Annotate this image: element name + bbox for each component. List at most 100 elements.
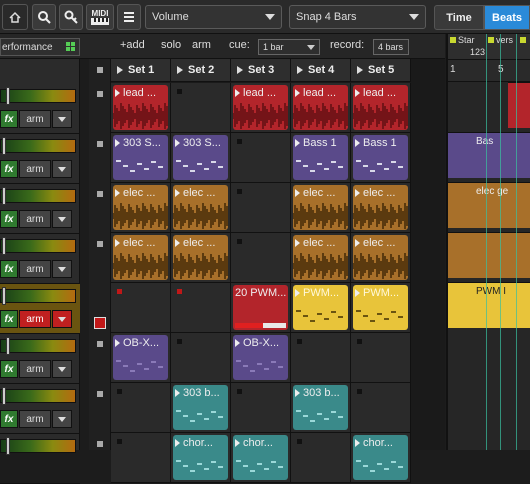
clip-slot[interactable]	[351, 333, 411, 383]
clip-slot[interactable]: lead ...	[111, 83, 171, 133]
volume-fader[interactable]	[2, 137, 6, 155]
tab-beats[interactable]: Beats	[484, 5, 530, 30]
clip-slot[interactable]: elec ...	[291, 233, 351, 283]
volume-fader[interactable]	[6, 437, 10, 455]
clip-slot[interactable]: OB-X...	[111, 333, 171, 383]
track-menu-button[interactable]	[52, 160, 72, 178]
clip-slot[interactable]: elec ...	[351, 183, 411, 233]
record-stop-button[interactable]	[94, 317, 106, 329]
fx-button[interactable]: fx	[0, 310, 18, 328]
clip-slot[interactable]	[231, 183, 291, 233]
clip-slot[interactable]	[231, 133, 291, 183]
bars-button[interactable]	[117, 4, 141, 30]
menu-button[interactable]	[2, 4, 28, 30]
clip-slot[interactable]	[171, 333, 231, 383]
midi-button[interactable]: MIDI	[86, 4, 114, 30]
timeline-clip[interactable]: PWM I	[448, 282, 530, 328]
arm-all-button[interactable]: arm	[192, 39, 211, 51]
timeline-clip[interactable]: Bas	[448, 132, 530, 178]
clip[interactable]: elec ...	[293, 235, 348, 280]
track-stop-button[interactable]	[97, 241, 103, 247]
clip-slot[interactable]	[231, 383, 291, 433]
clip-slot[interactable]	[291, 333, 351, 383]
key-button[interactable]	[59, 4, 83, 30]
clip-slot[interactable]: elec ...	[171, 183, 231, 233]
clip[interactable]: lead ...	[113, 85, 168, 130]
clip[interactable]: elec ...	[113, 185, 168, 230]
fx-button[interactable]: fx	[0, 160, 18, 178]
arm-button[interactable]: arm	[19, 360, 51, 378]
clip-slot[interactable]: Bass 1	[291, 133, 351, 183]
clip[interactable]: 303 S...	[113, 135, 168, 180]
clip[interactable]: chor...	[173, 435, 228, 480]
volume-fader[interactable]	[6, 337, 10, 355]
track-stop-button[interactable]	[97, 391, 103, 397]
clip-slot[interactable]	[171, 283, 231, 333]
fx-button[interactable]: fx	[0, 410, 18, 428]
bar-ruler[interactable]: 1 5	[448, 60, 530, 82]
track-menu-button[interactable]	[52, 210, 72, 228]
clip[interactable]: chor...	[353, 435, 408, 480]
timeline-clip[interactable]	[448, 232, 530, 278]
clip-slot[interactable]	[171, 83, 231, 133]
clip[interactable]: chor...	[233, 435, 288, 480]
clip-slot[interactable]: PWM...	[351, 283, 411, 333]
marker-start[interactable]: Star	[458, 35, 475, 45]
clip-slot[interactable]: elec ...	[111, 233, 171, 283]
set-header[interactable]: Set 3	[231, 59, 291, 82]
clip-slot[interactable]: lead ...	[351, 83, 411, 133]
marker-verse[interactable]: vers	[496, 35, 513, 45]
clip-slot[interactable]: 303 S...	[111, 133, 171, 183]
solo-button[interactable]: solo	[161, 39, 181, 51]
stop-all-button[interactable]	[97, 67, 103, 73]
clip-slot[interactable]: elec ...	[291, 183, 351, 233]
clip[interactable]: lead ...	[233, 85, 288, 130]
clip-slot[interactable]: 20 PWM...	[231, 283, 291, 333]
clip-slot[interactable]	[111, 433, 171, 483]
arm-button[interactable]: arm	[19, 110, 51, 128]
set-header[interactable]: Set 4	[291, 59, 351, 82]
clip-slot[interactable]	[351, 383, 411, 433]
set-header[interactable]: Set 1	[111, 59, 171, 82]
timeline-clip[interactable]: elec ge	[448, 182, 530, 228]
clip[interactable]: 20 PWM...	[233, 285, 288, 330]
fx-button[interactable]: fx	[0, 110, 18, 128]
clip[interactable]: 303 b...	[173, 385, 228, 430]
track-stop-button[interactable]	[97, 91, 103, 97]
clip-slot[interactable]: OB-X...	[231, 333, 291, 383]
track-menu-button[interactable]	[52, 310, 72, 328]
clip[interactable]: Bass 1	[353, 135, 408, 180]
clip-slot[interactable]: elec ...	[171, 233, 231, 283]
arm-button[interactable]: arm	[19, 160, 51, 178]
clip-slot[interactable]: lead ...	[231, 83, 291, 133]
fx-button[interactable]: fx	[0, 210, 18, 228]
clip[interactable]: elec ...	[353, 185, 408, 230]
track-stop-button[interactable]	[97, 141, 103, 147]
volume-dropdown[interactable]: Volume	[145, 5, 282, 29]
fx-button[interactable]: fx	[0, 360, 18, 378]
clip-slot[interactable]	[231, 233, 291, 283]
clip[interactable]: PWM...	[353, 285, 408, 330]
clip-slot[interactable]: Bass 1	[351, 133, 411, 183]
clip-slot[interactable]: 303 S...	[171, 133, 231, 183]
snap-dropdown[interactable]: Snap 4 Bars	[289, 5, 426, 29]
volume-fader[interactable]	[2, 387, 6, 405]
fx-button[interactable]: fx	[0, 260, 18, 278]
clip-slot[interactable]	[111, 383, 171, 433]
clip[interactable]: lead ...	[293, 85, 348, 130]
volume-fader[interactable]	[2, 187, 6, 205]
clip[interactable]: elec ...	[353, 235, 408, 280]
clip[interactable]: Bass 1	[293, 135, 348, 180]
volume-fader[interactable]	[2, 237, 6, 255]
clip-slot[interactable]: elec ...	[111, 183, 171, 233]
record-length-field[interactable]: 4 bars	[373, 39, 409, 55]
arm-button[interactable]: arm	[19, 310, 51, 328]
timeline-clip[interactable]: lead	[508, 82, 530, 128]
clip-slot[interactable]: PWM...	[291, 283, 351, 333]
clip[interactable]: lead ...	[353, 85, 408, 130]
track-stop-button[interactable]	[97, 341, 103, 347]
clip-slot[interactable]: elec ...	[351, 233, 411, 283]
clip[interactable]: 303 b...	[293, 385, 348, 430]
clip-slot[interactable]: chor...	[171, 433, 231, 483]
arm-button[interactable]: arm	[19, 410, 51, 428]
